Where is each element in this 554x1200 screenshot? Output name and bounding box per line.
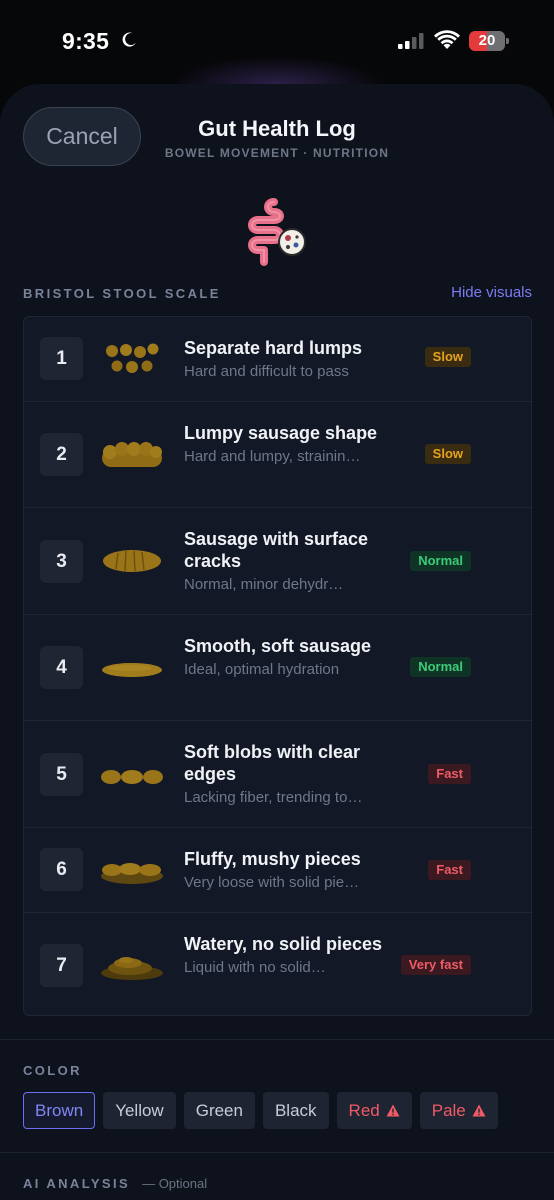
type-title: Fluffy, mushy pieces (184, 849, 361, 869)
bristol-type-6[interactable]: 6 Fluffy, mushy pieces Very loose with s… (24, 827, 531, 912)
color-chip-pale[interactable]: Pale (419, 1092, 498, 1129)
type-title: Watery, no solid pieces (184, 934, 383, 954)
color-chip-yellow[interactable]: Yellow (103, 1092, 176, 1129)
transit-badge: Fast (428, 764, 471, 784)
type-number: 5 (40, 753, 83, 796)
bristol-type-2[interactable]: 2 Lumpy sausage shape Hard and lumpy, st… (24, 401, 531, 507)
transit-badge: Slow (424, 347, 471, 367)
type-description: Hard and lumpy, strainin… (184, 448, 361, 465)
smooth-sausage-illustration (102, 663, 162, 677)
type-title: Smooth, soft sausage (184, 636, 372, 656)
type-description: Ideal, optimal hydration (184, 661, 340, 678)
cellular-signal-icon (398, 33, 424, 49)
gut-health-sheet: Cancel Gut Health Log BOWEL MOVEMENT · N… (0, 84, 554, 1200)
bristol-type-7[interactable]: 7 Watery, no solid pieces Liquid with no… (24, 912, 531, 1017)
warning-icon (472, 1104, 486, 1117)
transit-badge: Normal (410, 551, 471, 571)
section-divider (0, 1039, 554, 1040)
page-subtitle: BOWEL MOVEMENT · NUTRITION (164, 146, 390, 160)
battery-level: 20 (478, 32, 496, 49)
battery-indicator: 20 (469, 31, 509, 51)
page-title: Gut Health Log (198, 116, 356, 141)
bristol-type-4[interactable]: 4 Smooth, soft sausage Ideal, optimal hy… (24, 614, 531, 720)
moon-icon (122, 32, 136, 47)
lumpy-sausage-illustration (102, 442, 162, 467)
color-chip-brown[interactable]: Brown (23, 1092, 96, 1129)
warning-icon (386, 1104, 400, 1117)
optional-label: — Optional (142, 1176, 208, 1191)
cracked-sausage-illustration (103, 550, 161, 572)
transit-badge: Fast (428, 860, 471, 880)
type-number: 4 (40, 646, 83, 689)
cancel-button[interactable]: Cancel (23, 107, 141, 166)
type-number: 6 (40, 848, 83, 891)
bristol-section-label: BRISTOL STOOL SCALE (23, 286, 221, 301)
type-number: 2 (40, 433, 83, 476)
soft-blobs-illustration (101, 770, 163, 784)
ai-section-label: AI ANALYSIS (23, 1176, 131, 1191)
type-description: Very loose with solid pie… (184, 874, 360, 891)
type-description: Liquid with no solid… (184, 959, 326, 976)
hide-visuals-link[interactable]: Hide visuals (451, 284, 532, 301)
color-chip-black[interactable]: Black (262, 1092, 329, 1129)
hard-lumps-illustration (106, 343, 159, 373)
type-description: Hard and difficult to pass (184, 363, 349, 380)
ai-analysis-header: AI ANALYSIS — Optional (23, 1176, 207, 1191)
transit-badge: Slow (424, 444, 471, 464)
type-description: Lacking fiber, trending to… (184, 789, 363, 806)
mushy-pieces-illustration (101, 863, 163, 884)
bristol-type-3[interactable]: 3 Sausage with surface cracks Normal, mi… (24, 507, 531, 614)
type-number: 3 (40, 540, 83, 583)
wifi-icon (434, 30, 460, 49)
bristol-scale-list: 1 Separate hard lumps Hard and difficult… (23, 316, 532, 1016)
color-chip-green[interactable]: Green (183, 1092, 255, 1129)
color-chip-red[interactable]: Red (336, 1092, 412, 1129)
bristol-type-5[interactable]: 5 Soft blobs with clear edges Lacking fi… (24, 720, 531, 827)
transit-badge: Very fast (400, 955, 471, 975)
color-section-label: COLOR (23, 1063, 82, 1078)
type-title: Soft blobs with clear edges (184, 742, 361, 784)
type-description: Normal, minor dehydr… (184, 576, 344, 593)
status-time: 9:35 (62, 28, 110, 54)
color-options: Brown Yellow Green Black Red Pale (23, 1092, 498, 1129)
intestine-icon (248, 198, 306, 266)
type-number: 1 (40, 337, 83, 380)
type-title: Separate hard lumps (184, 338, 363, 358)
type-title: Sausage with surface cracks (184, 529, 369, 571)
watery-illustration (101, 957, 163, 980)
section-divider (0, 1152, 554, 1153)
bristol-type-1[interactable]: 1 Separate hard lumps Hard and difficult… (24, 317, 531, 401)
transit-badge: Normal (410, 657, 471, 677)
type-number: 7 (40, 944, 83, 987)
type-title: Lumpy sausage shape (184, 423, 378, 443)
